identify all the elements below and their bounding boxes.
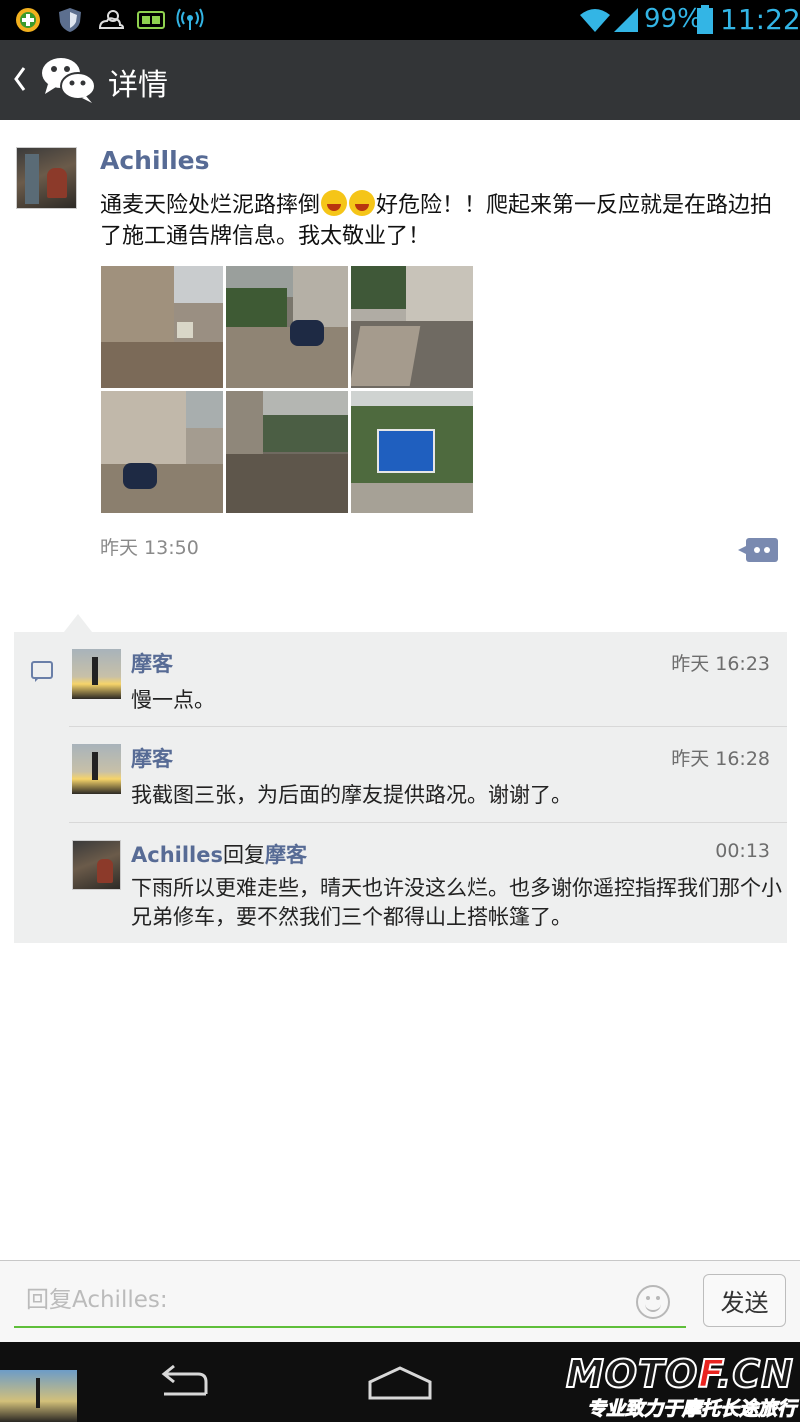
navigation-bar: MOTOF.CN 专业致力于摩托长途旅行	[0, 1342, 800, 1422]
commenter-avatar[interactable]	[72, 649, 121, 699]
back-button[interactable]	[0, 40, 100, 120]
post-photo[interactable]	[226, 391, 348, 513]
status-bar: 99% 11:22	[0, 0, 800, 40]
wechat-logo-icon	[42, 58, 96, 103]
post-photo[interactable]	[101, 266, 223, 388]
comment-timestamp: 昨天 16:23	[671, 653, 770, 675]
comment-text: 我截图三张，为后面的摩友提供路况。谢谢了。	[131, 783, 572, 807]
post-photo[interactable]	[351, 391, 473, 513]
battery-percent: 99%	[644, 4, 702, 34]
comment-item[interactable]: Achilles回复摩客 00:13 下雨所以更难走些，晴天也许没这么烂。也多谢…	[69, 823, 787, 943]
recent-app-thumbnail	[0, 1370, 77, 1422]
comment-timestamp: 00:13	[715, 840, 770, 862]
commenter-avatar[interactable]	[72, 744, 121, 794]
wifi-icon	[580, 9, 610, 32]
chevron-left-icon	[14, 67, 26, 91]
commenter-avatar[interactable]	[72, 840, 121, 890]
post-author-name[interactable]: Achilles	[100, 146, 210, 175]
photo-grid	[101, 266, 474, 514]
page-title: 详情	[108, 68, 168, 103]
post-author-avatar[interactable]	[16, 147, 77, 209]
comment-bubble-icon	[31, 661, 53, 682]
post-photo[interactable]	[101, 391, 223, 513]
wireless-signal-icon	[176, 8, 204, 30]
post-timestamp: 昨天 13:50	[100, 537, 199, 559]
post-text: 通麦天险处烂泥路摔倒 好危险！！爬起来第一反应就是在路边拍了施工通告牌信息。我太敬…	[100, 190, 780, 252]
post-photo[interactable]	[226, 266, 348, 388]
commenter-name[interactable]: 摩客	[131, 743, 173, 773]
commenter-name[interactable]: 摩客	[131, 648, 173, 678]
post-photo[interactable]	[351, 266, 473, 388]
reply-target[interactable]: 摩客	[265, 843, 307, 867]
comments-panel: 摩客 昨天 16:23 慢一点。 摩客 昨天 16:28 我截图三张，为后面的摩…	[14, 614, 787, 943]
clock: 11:22	[720, 3, 800, 36]
battery-icon	[697, 5, 713, 34]
reply-author[interactable]: Achilles	[131, 843, 223, 867]
back-nav-icon[interactable]	[150, 1364, 220, 1404]
battery-app-icon	[137, 11, 165, 29]
comment-item[interactable]: 摩客 昨天 16:23 慢一点。	[69, 632, 787, 726]
comments-arrow	[64, 614, 92, 632]
comment-item[interactable]: 摩客 昨天 16:28 我截图三张，为后面的摩友提供路况。谢谢了。	[69, 727, 787, 821]
emoji-icon[interactable]	[636, 1285, 670, 1319]
laughing-emoji-icon	[349, 190, 376, 216]
comment-menu-button[interactable]	[738, 538, 778, 562]
plus-circle-icon	[16, 8, 40, 32]
laughing-emoji-icon	[321, 190, 348, 216]
comment-text: 慢一点。	[131, 688, 215, 712]
watermark-slogan: 专业致力于摩托长途旅行	[586, 1398, 796, 1421]
notice-sign-image	[377, 429, 435, 473]
reply-input[interactable]	[14, 1273, 686, 1328]
comment-timestamp: 昨天 16:28	[671, 748, 770, 770]
reply-bar: 发送	[0, 1260, 800, 1342]
home-nav-icon[interactable]	[362, 1364, 438, 1404]
post-text-part-1: 通麦天险处烂泥路摔倒	[100, 193, 321, 218]
shield-icon	[59, 8, 81, 32]
watermark-logo: MOTOF.CN	[565, 1351, 794, 1397]
comment-text: 下雨所以更难走些，晴天也许没这么烂。也多谢你遥控指挥我们那个小兄弟修车，要不然我…	[131, 876, 782, 929]
watermark: MOTOF.CN 专业致力于摩托长途旅行	[558, 1351, 798, 1421]
weather-icon	[98, 10, 125, 29]
commenter-name[interactable]: Achilles回复摩客	[131, 839, 307, 869]
send-button[interactable]: 发送	[703, 1274, 786, 1327]
reply-word: 回复	[223, 843, 265, 867]
action-bar: 详情	[0, 40, 800, 120]
cell-signal-icon	[614, 8, 638, 32]
